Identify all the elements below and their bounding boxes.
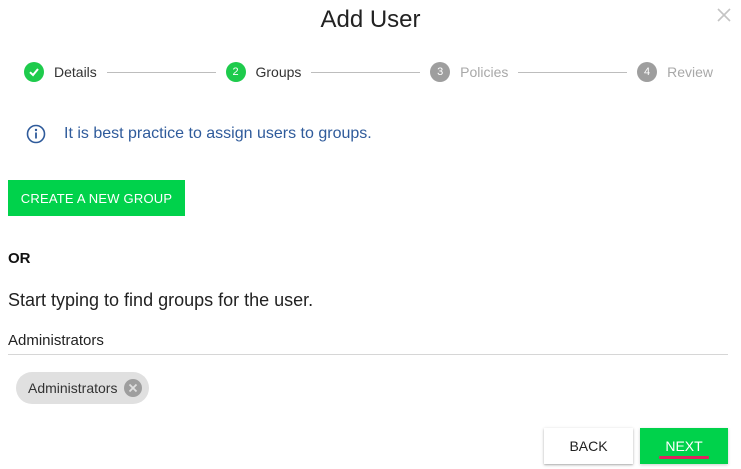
step-number: 4: [637, 62, 658, 82]
step-number: 3: [430, 62, 451, 82]
chip-label: Administrators: [28, 380, 118, 396]
info-icon: [26, 124, 46, 144]
step-number: 2: [225, 62, 246, 82]
dialog-title: Add User: [320, 6, 421, 33]
step-label: Review: [667, 64, 713, 80]
step-policies[interactable]: 3 Policies: [430, 62, 508, 82]
check-icon: [24, 62, 44, 82]
or-separator: OR: [8, 250, 31, 267]
stepper: Details 2 Groups 3 Policies 4 Review: [24, 60, 713, 84]
back-button[interactable]: BACK: [544, 428, 633, 464]
step-label: Policies: [460, 64, 509, 80]
step-label: Groups: [255, 64, 302, 80]
search-hint: Start typing to find groups for the user…: [8, 290, 314, 310]
create-new-group-button[interactable]: CREATE A NEW GROUP: [8, 180, 185, 216]
info-text: It is best practice to assign users to g…: [64, 125, 372, 142]
group-search-input[interactable]: [8, 327, 728, 355]
step-connector: [106, 71, 216, 73]
next-highlight-underline: [659, 456, 709, 459]
step-connector: [518, 71, 628, 73]
step-label: Details: [54, 64, 97, 80]
group-chip: Administrators: [16, 372, 150, 404]
step-connector: [311, 71, 421, 73]
step-groups[interactable]: 2 Groups: [225, 62, 302, 82]
remove-chip-icon[interactable]: [123, 378, 143, 398]
step-details[interactable]: Details: [24, 62, 97, 82]
close-icon[interactable]: [715, 6, 733, 24]
info-banner: It is best practice to assign users to g…: [26, 124, 372, 144]
step-review[interactable]: 4 Review: [637, 62, 713, 82]
